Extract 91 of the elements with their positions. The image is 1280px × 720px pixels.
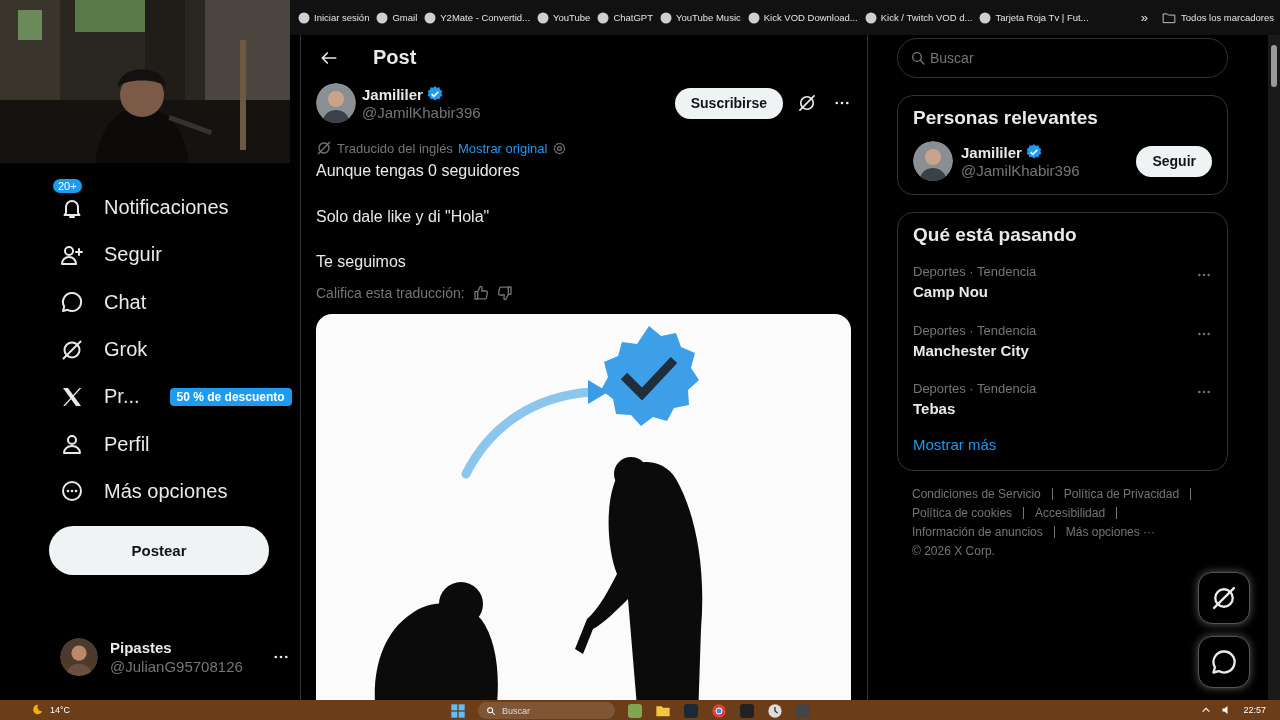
clock-icon[interactable] xyxy=(767,702,783,719)
thumbs-down-icon[interactable] xyxy=(496,285,513,301)
trend-context: Deportes · Tendencia xyxy=(913,264,1038,279)
taskbar-search-field[interactable]: Buscar xyxy=(478,702,615,719)
search-field[interactable]: Buscar xyxy=(897,38,1228,78)
favicon-icon xyxy=(537,11,550,24)
author-handle[interactable]: @JamilKhabir396 xyxy=(362,104,669,121)
avatar[interactable] xyxy=(316,83,356,123)
bookmark[interactable]: Iniciar sesión xyxy=(298,11,370,24)
nav-link[interactable]: Chat xyxy=(104,290,147,314)
footer-link[interactable]: Accesibilidad xyxy=(1035,505,1106,520)
nav-link[interactable]: Pr... xyxy=(104,385,140,409)
slashed-circle-icon xyxy=(1210,584,1238,612)
slashed-circle-icon xyxy=(316,140,332,156)
trend-context: Deportes · Tendencia xyxy=(913,322,1038,338)
translation-note: Traducido del inglés xyxy=(337,140,453,156)
gear-icon[interactable] xyxy=(552,140,568,156)
footer-link[interactable]: Política de cookies xyxy=(912,505,1013,520)
folder-icon xyxy=(1162,10,1177,25)
person-name[interactable]: Jamililer xyxy=(961,143,1022,161)
scrollbar-thumb[interactable] xyxy=(1271,45,1277,87)
rate-translation-label: Califica esta traducción: xyxy=(316,285,465,301)
nav-link[interactable]: Grok xyxy=(104,338,148,362)
bookmark[interactable]: Kick VOD Download... xyxy=(747,11,858,24)
weather-temperature: 14°C xyxy=(50,705,71,715)
moon-icon xyxy=(30,703,44,717)
favicon-icon xyxy=(376,11,389,24)
show-original-link[interactable]: Mostrar original xyxy=(457,140,548,156)
trend-name[interactable]: Manchester City xyxy=(913,341,1196,359)
bookmark[interactable]: Y2Mate - Convertid... xyxy=(424,11,531,24)
favicon-icon xyxy=(660,11,672,24)
bookmark[interactable]: Gmail xyxy=(376,11,418,24)
footer-link[interactable]: Condiciones de Servicio xyxy=(912,486,1041,501)
post-text: Te seguimos xyxy=(316,252,407,272)
all-bookmarks-link[interactable]: Todos los marcadores xyxy=(1162,10,1274,25)
search-icon xyxy=(910,50,926,66)
bookmark[interactable]: YouTube Music xyxy=(660,11,741,24)
nav-link[interactable]: Más opciones xyxy=(104,479,228,503)
app-icon[interactable] xyxy=(627,702,643,719)
bookmark[interactable]: Tarjeta Roja Tv | Fut... xyxy=(979,11,1089,24)
browser-icon[interactable] xyxy=(711,702,727,719)
subscribe-button[interactable]: Suscribirse xyxy=(674,87,783,119)
chat-bubble-icon xyxy=(60,290,84,315)
nav-link[interactable]: Perfil xyxy=(104,432,150,456)
nav-link[interactable]: Seguir xyxy=(104,243,162,267)
chat-bubble-icon xyxy=(1210,648,1238,676)
person-handle[interactable]: @JamilKhabir396 xyxy=(961,162,1129,179)
follow-button[interactable]: Seguir xyxy=(1136,145,1212,177)
favicon-icon xyxy=(747,11,760,24)
post-text: Solo dale like y di "Hola" xyxy=(316,206,491,227)
bookmark[interactable]: YouTube xyxy=(537,11,591,24)
search-icon xyxy=(486,705,496,716)
avatar[interactable] xyxy=(60,638,98,676)
grok-button[interactable] xyxy=(1198,572,1250,624)
more-options-icon xyxy=(60,479,84,504)
card-title: Personas relevantes xyxy=(913,107,1099,129)
start-icon[interactable] xyxy=(450,702,466,719)
notification-count: 20+ xyxy=(53,178,82,193)
slashed-circle-icon xyxy=(60,337,84,362)
bookmark[interactable]: ChatGPT xyxy=(597,11,653,24)
account-name: Pipastes xyxy=(110,639,173,656)
bookmark[interactable]: Kick / Twitch VOD d... xyxy=(864,11,973,24)
favicon-icon xyxy=(979,11,992,24)
favicon-icon xyxy=(597,11,610,24)
show-more-link[interactable]: Mostrar más xyxy=(898,427,1227,470)
page-title: Post xyxy=(373,46,417,69)
more-bookmarks-button[interactable]: » xyxy=(1140,10,1149,25)
thumbs-up-icon[interactable] xyxy=(472,285,489,301)
person-icon xyxy=(60,432,84,457)
footer-link[interactable]: Información de anuncios xyxy=(912,524,1043,539)
discount-label: 50 % de descuento xyxy=(169,387,292,406)
nav-link[interactable]: Notificaciones xyxy=(104,196,229,220)
post-button[interactable]: Postear xyxy=(49,526,269,576)
slashed-circle-icon[interactable] xyxy=(797,93,817,113)
footer-link[interactable]: Política de Privacidad xyxy=(1063,486,1180,501)
copyright: © 2026 X Corp. xyxy=(912,543,996,558)
trend-name[interactable]: Tebas xyxy=(913,400,1196,417)
favicon-icon xyxy=(298,11,310,24)
card-title: Qué está pasando xyxy=(913,224,1078,246)
chevron-up-icon[interactable] xyxy=(1201,705,1212,715)
avatar[interactable] xyxy=(913,141,953,181)
favicon-icon xyxy=(864,11,877,24)
account-handle: @JulianG95708126 xyxy=(110,658,244,675)
trend-name[interactable]: Camp Nou xyxy=(913,283,1196,300)
author-name[interactable]: Jamililer xyxy=(362,85,423,103)
footer-link[interactable]: Más opciones ··· xyxy=(1065,524,1156,539)
clock-time[interactable]: 22:57 xyxy=(1243,705,1266,715)
trend-context: Deportes · Tendencia xyxy=(913,381,1038,396)
favicon-icon xyxy=(424,11,437,24)
post-text: Aunque tengas 0 seguidores xyxy=(316,161,521,181)
chat-button[interactable] xyxy=(1198,636,1250,688)
